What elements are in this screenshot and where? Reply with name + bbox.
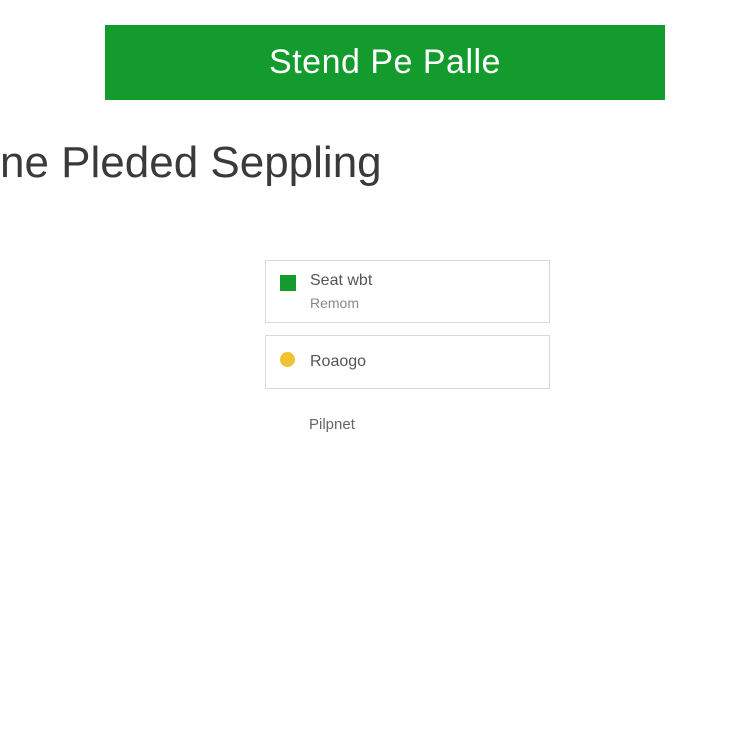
option-label: Pilpnet — [309, 416, 538, 433]
options-list: Seat wbt Remom Roaogo Pilpnet — [265, 260, 550, 461]
circle-icon — [280, 352, 295, 367]
header-title: Stend Pe Palle — [269, 43, 501, 82]
option-label: Seat wbt — [310, 271, 537, 292]
page-subtitle: ne Pleded Seppling — [0, 138, 382, 188]
square-icon — [280, 275, 296, 291]
option-item-1[interactable]: Seat wbt Remom — [265, 260, 550, 323]
option-item-3[interactable]: Pilpnet — [265, 401, 550, 449]
header-bar: Stend Pe Palle — [105, 25, 665, 100]
option-sublabel: Remom — [310, 294, 537, 312]
option-label: Roaogo — [310, 352, 537, 373]
option-item-2[interactable]: Roaogo — [265, 335, 550, 389]
